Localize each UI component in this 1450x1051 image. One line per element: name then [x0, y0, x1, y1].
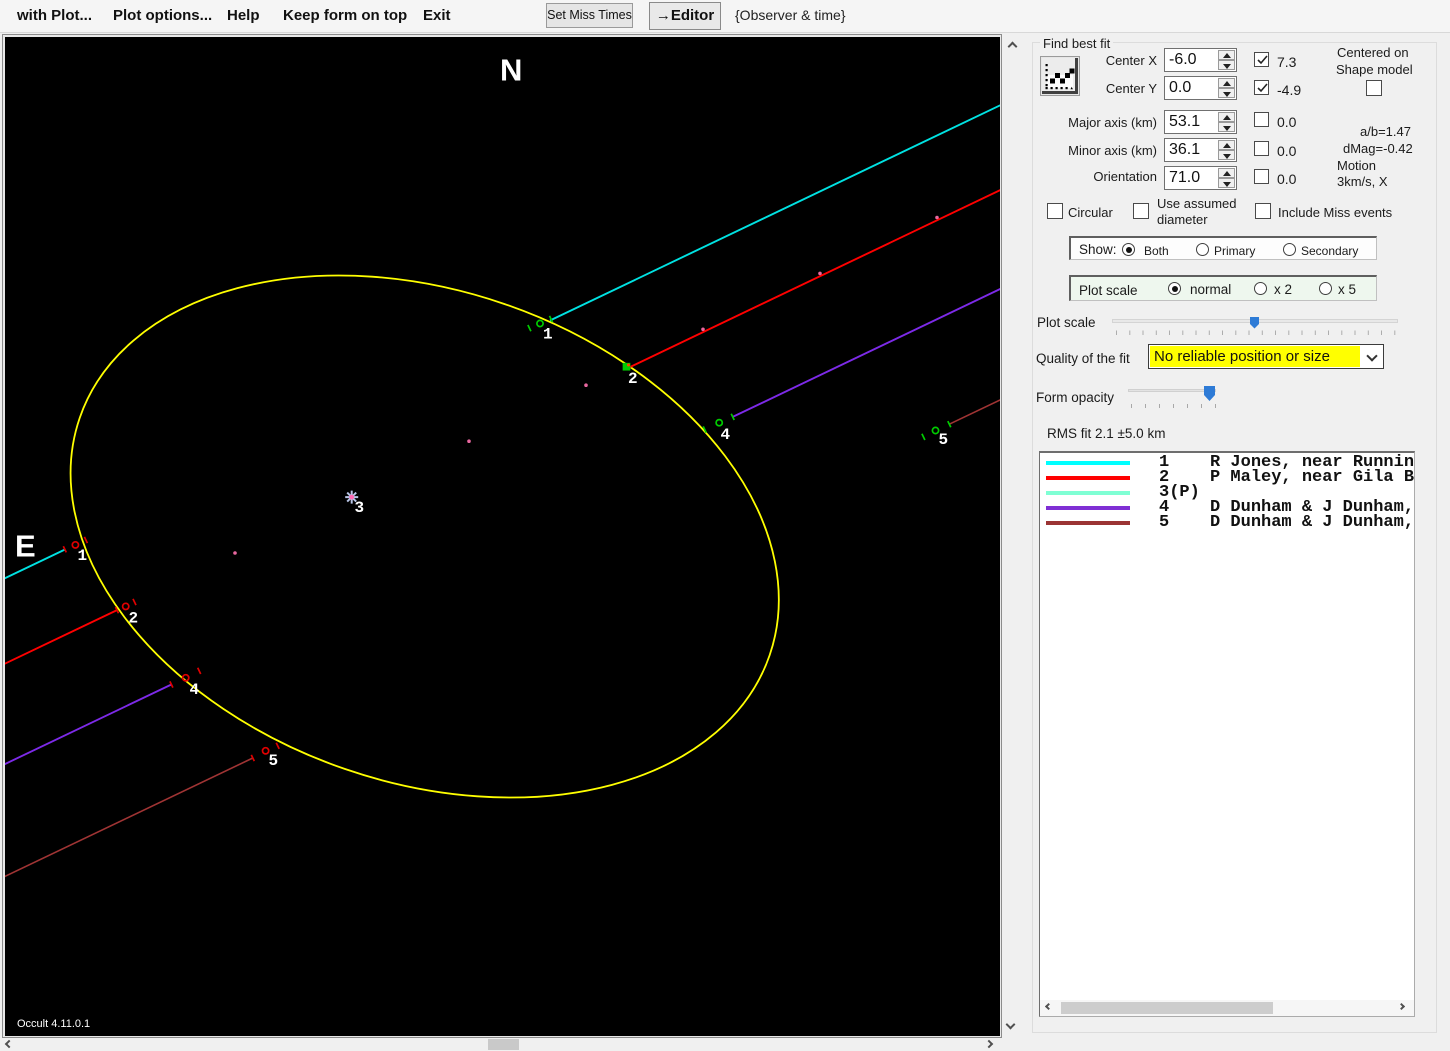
svg-text:4: 4 — [721, 426, 731, 444]
svg-text:2: 2 — [628, 370, 638, 388]
svg-text:5: 5 — [269, 752, 279, 770]
svg-text:N: N — [500, 53, 522, 88]
svg-text:1: 1 — [78, 547, 88, 565]
svg-text:2: 2 — [129, 610, 139, 628]
svg-text:5: 5 — [939, 431, 949, 449]
svg-text:3: 3 — [355, 499, 365, 517]
svg-text:1: 1 — [543, 326, 553, 344]
svg-text:E: E — [15, 529, 36, 564]
svg-text:4: 4 — [190, 681, 200, 699]
svg-text:Occult 4.11.0.1: Occult 4.11.0.1 — [17, 1018, 90, 1030]
